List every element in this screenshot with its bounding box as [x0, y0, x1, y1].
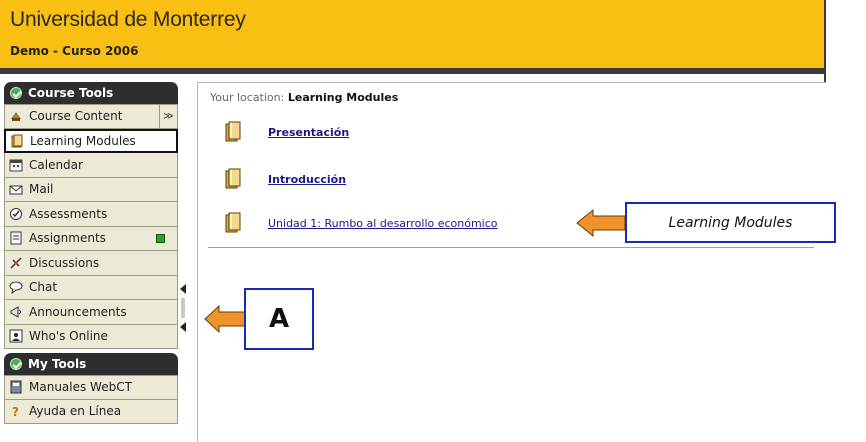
new-badge-icon: [156, 233, 165, 243]
nav-item-whos-online[interactable]: Who's Online: [4, 324, 178, 349]
nav-label: Chat: [29, 280, 58, 295]
course-header: Universidad de Monterrey Demo - Curso 20…: [0, 0, 826, 68]
help-icon: ?: [12, 405, 19, 418]
breadcrumb: Your location: Learning Modules: [210, 91, 398, 104]
nav-label: Who's Online: [29, 329, 108, 344]
nav-label: Assessments: [29, 206, 108, 221]
nav-label: Announcements: [29, 304, 127, 319]
announcements-icon: [10, 305, 21, 318]
discussions-icon: [10, 257, 22, 269]
whos-online-icon: [9, 329, 23, 343]
module-item[interactable]: Introducción: [225, 165, 346, 193]
module-item[interactable]: Unidad 1: Rumbo al desarrollo económico: [225, 209, 498, 237]
collapse-circle-icon: [10, 358, 22, 370]
nav-label: Course Content: [29, 109, 123, 124]
course-tools-header[interactable]: Course Tools: [4, 82, 178, 104]
nav-label: Calendar: [29, 157, 83, 172]
book-icon: [225, 168, 241, 189]
nav-item-assessments[interactable]: Assessments: [4, 202, 178, 227]
mail-icon: [9, 185, 23, 195]
main-content: Your location: Learning Modules Presenta…: [197, 82, 826, 442]
nav-item-chat[interactable]: Chat: [4, 275, 178, 300]
menu-collapse-handle[interactable]: [180, 280, 190, 340]
handle-grip[interactable]: [181, 298, 185, 318]
course-tools-title: Course Tools: [28, 86, 114, 100]
my-tools-title: My Tools: [28, 357, 87, 371]
divider: [208, 247, 814, 248]
assignments-icon: [10, 231, 22, 245]
nav-label: Mail: [29, 182, 54, 197]
nav-label: Ayuda en Línea: [29, 404, 122, 419]
nav-label: Assignments: [29, 231, 106, 246]
chevron-double-down-icon[interactable]: ≫: [159, 105, 177, 128]
collapse-circle-icon: [10, 87, 22, 99]
chat-icon: [9, 281, 23, 295]
calendar-icon: [9, 159, 23, 172]
nav-item-assignments[interactable]: Assignments: [4, 226, 178, 251]
callout-a: A: [244, 288, 314, 350]
nav-item-course-content[interactable]: Course Content ≫: [4, 104, 178, 129]
module-link-unidad-1[interactable]: Unidad 1: Rumbo al desarrollo económico: [268, 217, 498, 230]
assessments-icon: [10, 207, 22, 220]
nav-item-discussions[interactable]: Discussions: [4, 251, 178, 276]
module-link-presentacion[interactable]: Presentación: [268, 126, 349, 139]
collapse-left-icon[interactable]: [180, 284, 186, 294]
callout-arrow-icon: [204, 304, 246, 334]
nav-item-calendar[interactable]: Calendar: [4, 153, 178, 178]
nav-item-manuales-webct[interactable]: Manuales WebCT: [4, 375, 178, 400]
institution-title: Universidad de Monterrey: [10, 8, 246, 31]
webct-window: Universidad de Monterrey Demo - Curso 20…: [0, 0, 836, 442]
nav-item-ayuda-en-linea[interactable]: ? Ayuda en Línea: [4, 399, 178, 424]
svg-text:?: ?: [12, 405, 19, 418]
callout-arrow-icon: [576, 208, 626, 238]
book-icon: [225, 121, 241, 142]
module-link-introduccion[interactable]: Introducción: [268, 173, 346, 186]
module-item[interactable]: Presentación: [225, 118, 349, 146]
course-menu: Course Tools Course Content ≫ Learning M…: [4, 80, 178, 442]
nav-label: Manuales WebCT: [29, 380, 132, 395]
course-content-icon: [11, 112, 21, 122]
callout-learning-modules: Learning Modules: [625, 202, 836, 243]
nav-item-mail[interactable]: Mail: [4, 177, 178, 202]
nav-item-announcements[interactable]: Announcements: [4, 300, 178, 325]
collapse-left-icon[interactable]: [180, 322, 186, 332]
nav-item-learning-modules[interactable]: Learning Modules: [4, 128, 178, 153]
book-icon: [11, 134, 23, 148]
my-tools-header[interactable]: My Tools: [4, 353, 178, 375]
book-icon: [225, 212, 241, 233]
manual-icon: [10, 380, 22, 394]
nav-label: Discussions: [29, 255, 100, 270]
breadcrumb-location: Learning Modules: [287, 91, 399, 104]
nav-label: Learning Modules: [30, 133, 136, 148]
course-title: Demo - Curso 2006: [10, 44, 139, 58]
breadcrumb-prefix: Your location:: [210, 91, 285, 104]
